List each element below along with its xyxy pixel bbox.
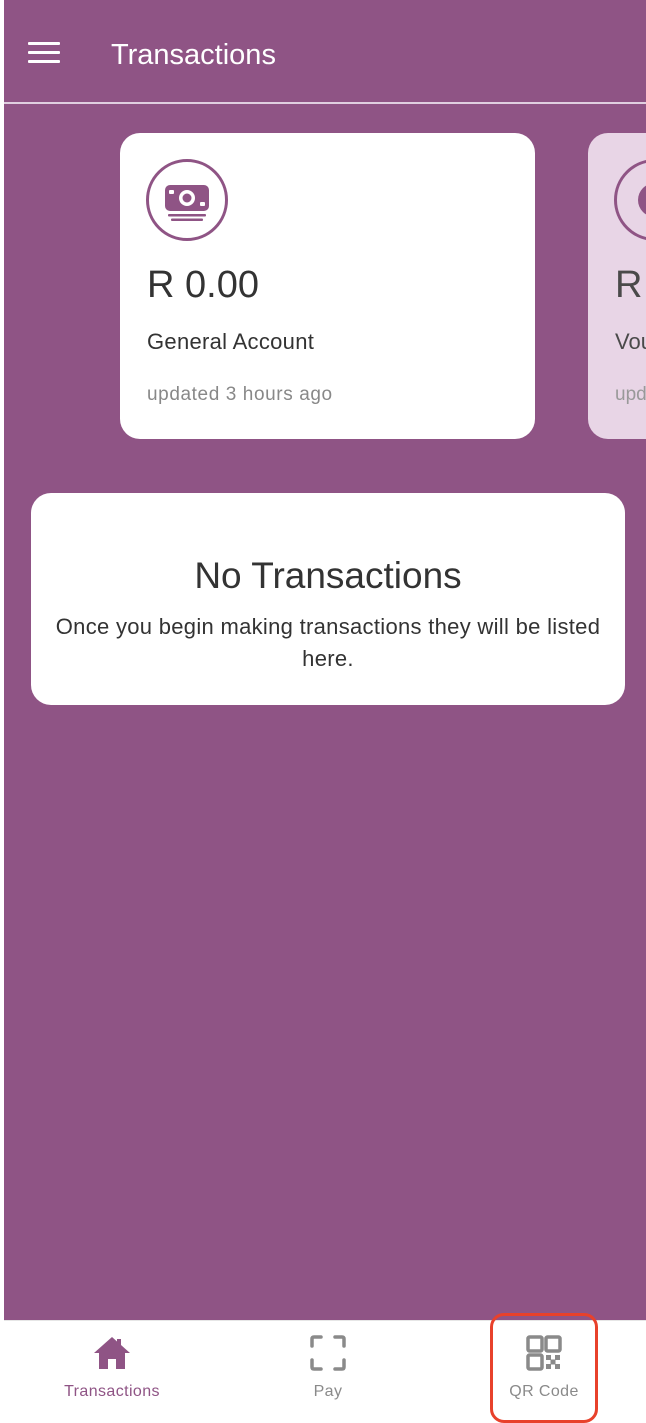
account-updated-time: upd [615,384,646,406]
nav-item-transactions[interactable]: Transactions [37,1321,187,1403]
account-card-general[interactable]: R 0.00 General Account updated 3 hours a… [120,133,535,439]
empty-state-title: No Transactions [31,555,625,597]
page-title: Transactions [111,37,276,73]
empty-state-card: No Transactions Once you begin making tr… [31,493,625,705]
screen: Transactions R 0.00 General Account upda… [4,0,646,1320]
account-name: Vou [615,329,646,355]
nav-label: Transactions [37,1383,187,1401]
menu-line [28,60,60,63]
banknote-icon [146,159,228,241]
app-bar: Transactions [4,0,646,104]
hamburger-menu-icon[interactable] [28,42,60,64]
account-balance: R [615,261,642,309]
home-icon [92,1333,132,1373]
account-card-voucher[interactable]: R Vou upd [588,133,646,439]
account-balance: R 0.00 [147,261,259,309]
qr-code-highlight-outline [490,1313,598,1423]
account-updated-time: updated 3 hours ago [147,384,333,406]
nav-label: Pay [253,1383,403,1401]
empty-state-text: Once you begin making transactions they … [51,611,605,675]
banknote-icon [614,159,646,241]
menu-line [28,42,60,45]
nav-item-pay[interactable]: Pay [253,1321,403,1403]
menu-line [28,51,60,54]
scan-frame-icon [308,1333,348,1373]
account-name: General Account [147,329,314,355]
